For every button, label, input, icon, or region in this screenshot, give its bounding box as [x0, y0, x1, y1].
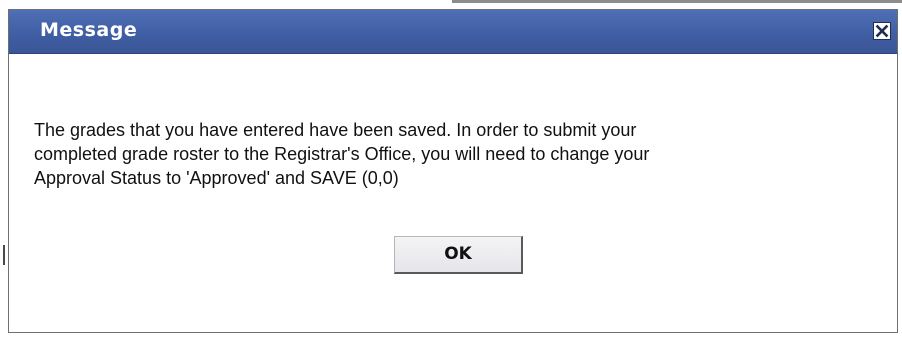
ok-button[interactable]: OK: [394, 236, 523, 274]
background-page-edge: [452, 0, 902, 3]
message-dialog: Message The grades that you have entered…: [8, 9, 898, 333]
close-icon: [875, 24, 889, 38]
background-page: [0, 0, 902, 6]
dialog-message: The grades that you have entered have be…: [34, 120, 650, 188]
dialog-titlebar[interactable]: Message: [9, 10, 897, 54]
dialog-title: Message: [40, 19, 138, 41]
background-page-mark: [3, 245, 5, 265]
close-button[interactable]: [873, 22, 891, 40]
